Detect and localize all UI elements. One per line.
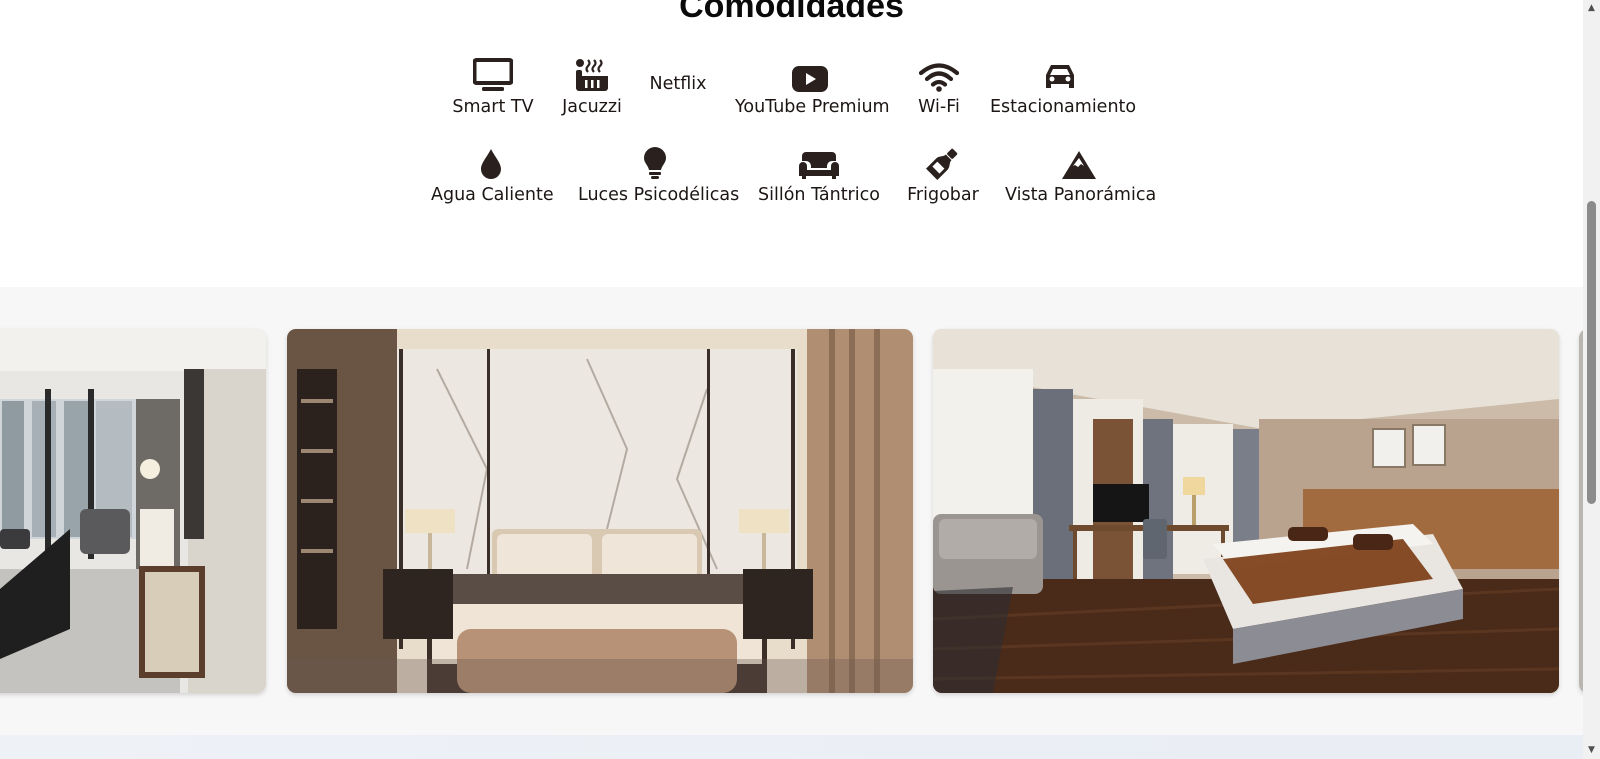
gallery-slide-hotel-bedroom[interactable]	[933, 329, 1559, 693]
page: Comodidades Smart TV Jacuzzi Netflix You…	[0, 0, 1583, 759]
gallery-slide-living-room[interactable]	[0, 329, 266, 693]
living-room-photo	[0, 329, 266, 693]
amenity-jacuzzi: Jacuzzi	[559, 56, 625, 118]
scroll-down-arrow-icon[interactable]: ▼	[1583, 742, 1600, 759]
amenity-label: Wi-Fi	[918, 97, 960, 117]
car-icon	[990, 56, 1130, 92]
amenity-label: Sillón Tántrico	[758, 185, 880, 205]
couch-icon	[758, 144, 880, 180]
amenities-section: Comodidades Smart TV Jacuzzi Netflix You…	[0, 0, 1583, 287]
youtube-icon	[735, 56, 885, 92]
scroll-up-arrow-icon[interactable]: ▲	[1583, 0, 1600, 17]
amenity-agua-caliente: Agua Caliente	[431, 144, 554, 206]
scrollbar-thumb[interactable]	[1587, 201, 1596, 504]
amenity-label: Frigobar	[907, 185, 979, 205]
vertical-scrollbar[interactable]: ▲ ▼	[1583, 0, 1600, 759]
amenity-youtube-premium: YouTube Premium	[735, 56, 890, 118]
amenity-estacionamiento: Estacionamiento	[990, 56, 1137, 118]
amenity-label: Netflix	[649, 74, 707, 94]
next-section-strip	[0, 735, 1583, 759]
amenity-netflix: Netflix	[645, 56, 711, 95]
amenity-label: Smart TV	[452, 97, 534, 117]
hot-tub-icon	[559, 56, 625, 92]
lightbulb-icon	[578, 144, 732, 180]
amenity-smart-tv: Smart TV	[449, 56, 537, 118]
mountain-icon	[1005, 144, 1153, 180]
amenity-label: Vista Panorámica	[1005, 185, 1157, 205]
hotel-bedroom-photo	[933, 329, 1559, 693]
amenity-luces-psicodelicas: Luces Psicodélicas	[578, 144, 740, 206]
amenity-frigobar: Frigobar	[906, 144, 980, 206]
amenity-label: YouTube Premium	[735, 97, 890, 117]
amenity-label: Jacuzzi	[562, 97, 622, 117]
amenity-vista-panoramica: Vista Panorámica	[1005, 144, 1157, 206]
wifi-icon	[913, 56, 965, 92]
amenity-sillon-tantrico: Sillón Tántrico	[758, 144, 880, 206]
tv-icon	[449, 56, 537, 92]
section-title: Comodidades	[679, 0, 904, 25]
marble-bedroom-photo	[287, 329, 913, 693]
amenity-wifi: Wi-Fi	[913, 56, 965, 118]
gallery-slide-marble-bedroom[interactable]	[287, 329, 913, 693]
room-gallery[interactable]	[0, 287, 1583, 735]
amenity-label: Luces Psicodélicas	[578, 185, 740, 205]
amenity-label: Estacionamiento	[990, 97, 1137, 117]
water-drop-icon	[431, 144, 551, 180]
bottle-icon	[906, 144, 980, 180]
amenity-label: Agua Caliente	[431, 185, 554, 205]
